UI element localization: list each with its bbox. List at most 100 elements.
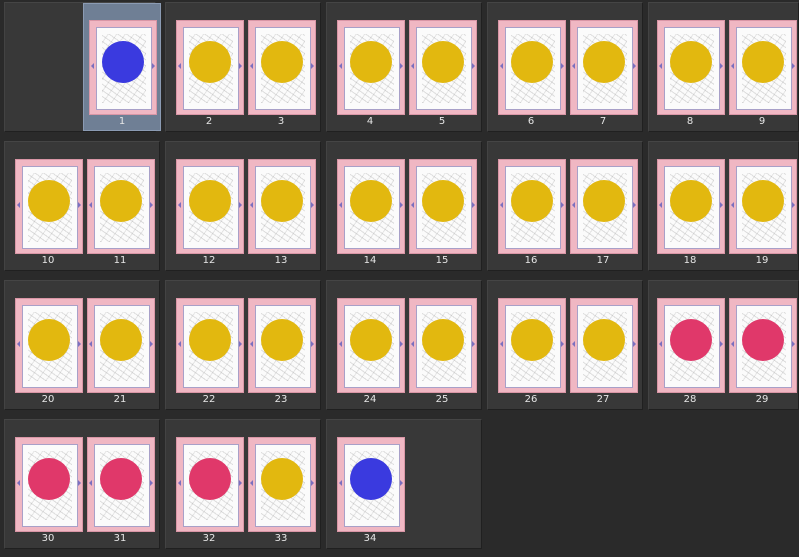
- page-thumbnail-33[interactable]: 33: [248, 437, 318, 545]
- page-number: 27: [596, 394, 610, 405]
- page-thumbnail-1[interactable]: 1: [83, 3, 161, 131]
- page-number: 6: [527, 116, 535, 127]
- page-thumbnail-2[interactable]: 2: [176, 20, 246, 128]
- page-thumbnail-grid: 1 2 3 4 5 6 7 8 9 10 11 12 13 14 15 16 1…: [0, 0, 799, 557]
- page-thumbnail-25[interactable]: 25: [409, 298, 479, 406]
- page-thumbnail-16[interactable]: 16: [498, 159, 568, 267]
- spread-4-5: 4 5: [326, 2, 482, 132]
- spread-18-19: 18 19: [648, 141, 799, 271]
- spread-34: 34: [326, 419, 482, 549]
- page-thumbnail-20[interactable]: 20: [15, 298, 85, 406]
- page-thumbnail-8[interactable]: 8: [657, 20, 727, 128]
- status-dot-icon: [670, 319, 712, 361]
- page-thumbnail-23[interactable]: 23: [248, 298, 318, 406]
- page-thumbnail-7[interactable]: 7: [570, 20, 640, 128]
- page-number: 28: [683, 394, 697, 405]
- page-number: 23: [274, 394, 288, 405]
- page-thumbnail-13[interactable]: 13: [248, 159, 318, 267]
- spread-28-29: 28 29: [648, 280, 799, 410]
- spread-2-3: 2 3: [165, 2, 321, 132]
- page-thumbnail-11[interactable]: 11: [87, 159, 157, 267]
- page-number: 4: [366, 116, 374, 127]
- status-dot-icon: [350, 180, 392, 222]
- page-number: 2: [205, 116, 213, 127]
- page-thumbnail-14[interactable]: 14: [337, 159, 407, 267]
- page-thumbnail-5[interactable]: 5: [409, 20, 479, 128]
- page-thumbnail-27[interactable]: 27: [570, 298, 640, 406]
- page-thumbnail-18[interactable]: 18: [657, 159, 727, 267]
- status-dot-icon: [422, 319, 464, 361]
- page-thumbnail-24[interactable]: 24: [337, 298, 407, 406]
- page-number: 30: [41, 533, 55, 544]
- status-dot-icon: [670, 180, 712, 222]
- status-dot-icon: [102, 41, 144, 83]
- status-dot-icon: [350, 41, 392, 83]
- page-thumbnail-29[interactable]: 29: [729, 298, 799, 406]
- status-dot-icon: [28, 458, 70, 500]
- page-thumbnail-26[interactable]: 26: [498, 298, 568, 406]
- page-number: 34: [363, 533, 377, 544]
- page-number: 19: [755, 255, 769, 266]
- page-number: 22: [202, 394, 216, 405]
- page-thumbnail-31[interactable]: 31: [87, 437, 157, 545]
- spread-12-13: 12 13: [165, 141, 321, 271]
- status-dot-icon: [100, 458, 142, 500]
- page-number: 15: [435, 255, 449, 266]
- status-dot-icon: [189, 458, 231, 500]
- page-number: 9: [758, 116, 766, 127]
- status-dot-icon: [261, 319, 303, 361]
- page-thumbnail-22[interactable]: 22: [176, 298, 246, 406]
- page-number: 18: [683, 255, 697, 266]
- page-number: 26: [524, 394, 538, 405]
- page-thumbnail-3[interactable]: 3: [248, 20, 318, 128]
- status-dot-icon: [742, 180, 784, 222]
- page-number: 10: [41, 255, 55, 266]
- status-dot-icon: [261, 180, 303, 222]
- spread-8-9: 8 9: [648, 2, 799, 132]
- status-dot-icon: [511, 41, 553, 83]
- page-thumbnail-32[interactable]: 32: [176, 437, 246, 545]
- page-thumbnail-4[interactable]: 4: [337, 20, 407, 128]
- page-number: 8: [686, 116, 694, 127]
- status-dot-icon: [742, 319, 784, 361]
- status-dot-icon: [189, 319, 231, 361]
- spread-1: 1: [4, 2, 161, 132]
- page-thumbnail-17[interactable]: 17: [570, 159, 640, 267]
- spread-22-23: 22 23: [165, 280, 321, 410]
- spread-24-25: 24 25: [326, 280, 482, 410]
- page-number: 13: [274, 255, 288, 266]
- page-thumbnail-10[interactable]: 10: [15, 159, 85, 267]
- status-dot-icon: [189, 180, 231, 222]
- status-dot-icon: [261, 41, 303, 83]
- spread-10-11: 10 11: [4, 141, 160, 271]
- status-dot-icon: [350, 319, 392, 361]
- status-dot-icon: [583, 41, 625, 83]
- page-number: 11: [113, 255, 127, 266]
- page-number: 32: [202, 533, 216, 544]
- page-thumbnail-28[interactable]: 28: [657, 298, 727, 406]
- status-dot-icon: [100, 319, 142, 361]
- page-number: 12: [202, 255, 216, 266]
- page-thumbnail-30[interactable]: 30: [15, 437, 85, 545]
- page-number: 33: [274, 533, 288, 544]
- page-number: 7: [599, 116, 607, 127]
- page-thumbnail-15[interactable]: 15: [409, 159, 479, 267]
- status-dot-icon: [28, 319, 70, 361]
- page-thumbnail-19[interactable]: 19: [729, 159, 799, 267]
- spread-30-31: 30 31: [4, 419, 160, 549]
- status-dot-icon: [742, 41, 784, 83]
- page-number: 21: [113, 394, 127, 405]
- page-thumbnail-21[interactable]: 21: [87, 298, 157, 406]
- status-dot-icon: [28, 180, 70, 222]
- status-dot-icon: [350, 458, 392, 500]
- status-dot-icon: [189, 41, 231, 83]
- page-thumbnail-6[interactable]: 6: [498, 20, 568, 128]
- page-thumbnail-34[interactable]: 34: [337, 437, 407, 545]
- page-number: 25: [435, 394, 449, 405]
- status-dot-icon: [261, 458, 303, 500]
- page-thumbnail-12[interactable]: 12: [176, 159, 246, 267]
- spread-20-21: 20 21: [4, 280, 160, 410]
- page-number: 5: [438, 116, 446, 127]
- page-number: 14: [363, 255, 377, 266]
- page-thumbnail-9[interactable]: 9: [729, 20, 799, 128]
